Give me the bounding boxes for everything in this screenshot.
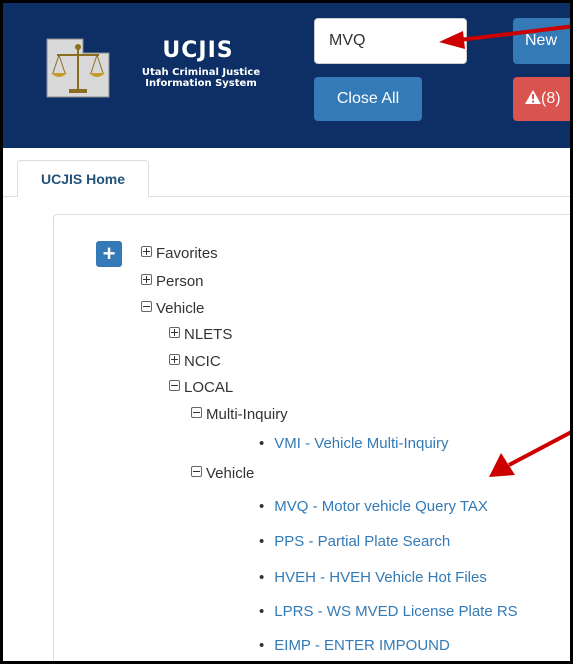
expand-all-button[interactable]: + <box>96 241 122 267</box>
collapse-icon[interactable] <box>191 407 202 418</box>
app-window: UCJIS Utah Criminal Justice Information … <box>0 0 573 664</box>
menu-link-eimp-label: EIMP - ENTER IMPOUND <box>274 637 450 654</box>
expand-icon[interactable] <box>169 327 180 338</box>
tree-node-nlets-label: NLETS <box>184 326 233 343</box>
tree-node-person[interactable]: Person <box>141 273 204 290</box>
logo-subtitle-line1: Utah Criminal Justice <box>141 67 261 78</box>
warning-icon <box>525 90 541 104</box>
menu-link-pps-label: PPS - Partial Plate Search <box>274 533 451 550</box>
collapse-icon[interactable] <box>191 466 202 477</box>
alerts-button[interactable]: (8) <box>513 77 570 121</box>
collapse-icon[interactable] <box>141 301 152 312</box>
menu-link-lprs-label: LPRS - WS MVED License Plate RS <box>274 603 518 620</box>
tree-node-multi-inquiry-label: Multi-Inquiry <box>206 406 288 423</box>
expand-icon[interactable] <box>169 354 180 365</box>
bullet-icon: • <box>259 603 265 620</box>
tree-node-local-label: LOCAL <box>184 379 234 396</box>
plus-icon: + <box>102 241 116 266</box>
close-all-button-label: Close All <box>336 90 400 107</box>
tab-ucjis-home-label: UCJIS Home <box>40 171 126 187</box>
alerts-count: (8) <box>541 90 561 107</box>
logo-subtitle: Utah Criminal Justice Information System <box>121 67 281 89</box>
logo-title: UCJIS <box>162 38 234 63</box>
menu-link-lprs[interactable]: • LPRS - WS MVED License Plate RS <box>259 603 518 620</box>
tree-node-vehicle-sub-label: Vehicle <box>206 465 255 482</box>
tree-node-vehicle-sub[interactable]: Vehicle <box>191 465 254 482</box>
annotation-arrow-bottom <box>489 430 570 477</box>
menu-link-vmi-label: VMI - Vehicle Multi-Inquiry <box>274 435 449 452</box>
tree-node-nlets[interactable]: NLETS <box>169 326 232 343</box>
menu-link-pps[interactable]: • PPS - Partial Plate Search <box>259 533 450 550</box>
annotation-arrow-top <box>439 24 570 49</box>
menu-link-hveh[interactable]: • HVEH - HVEH Vehicle Hot Files <box>259 569 487 586</box>
bullet-icon: • <box>259 435 265 452</box>
tree-node-local[interactable]: LOCAL <box>169 379 233 396</box>
tree-node-ncic-label: NCIC <box>184 353 221 370</box>
bullet-icon: • <box>259 533 265 550</box>
menu-link-eimp[interactable]: • EIMP - ENTER IMPOUND <box>259 637 450 654</box>
expand-icon[interactable] <box>141 274 152 285</box>
tree-node-favorites-label: Favorites <box>156 245 218 262</box>
close-all-button[interactable]: Close All <box>314 77 422 121</box>
tree-node-vehicle[interactable]: Vehicle <box>141 300 204 317</box>
menu-link-hveh-label: HVEH - HVEH Vehicle Hot Files <box>274 569 487 586</box>
tree-node-vehicle-label: Vehicle <box>156 300 205 317</box>
logo-subtitle-line2: Information System <box>145 78 257 89</box>
bullet-icon: • <box>259 569 265 586</box>
bullet-icon: • <box>259 498 265 515</box>
menu-link-mvq[interactable]: • MVQ - Motor vehicle Query TAX <box>259 498 488 515</box>
collapse-icon[interactable] <box>169 380 180 391</box>
menu-link-vmi[interactable]: • VMI - Vehicle Multi-Inquiry <box>259 435 449 452</box>
expand-icon[interactable] <box>141 246 152 257</box>
menu-link-mvq-label: MVQ - Motor vehicle Query TAX <box>274 498 488 515</box>
ucjis-logo[interactable]: UCJIS Utah Criminal Justice Information … <box>43 33 273 103</box>
tree-node-favorites[interactable]: Favorites <box>141 245 218 262</box>
tab-bar: UCJIS Home <box>3 148 570 198</box>
tree-node-person-label: Person <box>156 273 204 290</box>
scales-of-justice-icon <box>46 38 110 98</box>
tree-node-multi-inquiry[interactable]: Multi-Inquiry <box>191 406 288 423</box>
bullet-icon: • <box>259 637 265 654</box>
tab-ucjis-home[interactable]: UCJIS Home <box>17 160 149 197</box>
tree-node-ncic[interactable]: NCIC <box>169 353 221 370</box>
